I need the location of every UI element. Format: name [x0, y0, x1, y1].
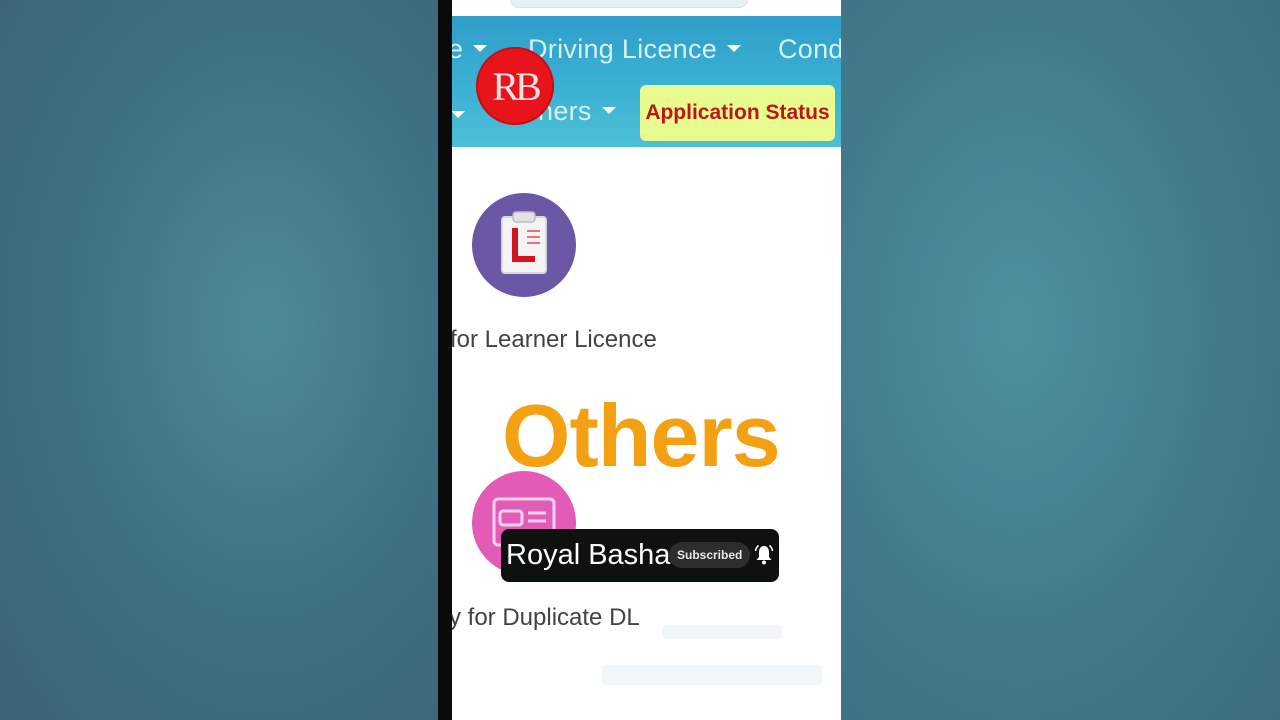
video-border — [438, 0, 452, 720]
learner-licence-icon[interactable] — [472, 193, 576, 297]
clipboard-icon — [501, 211, 547, 274]
bell-icon[interactable] — [752, 543, 776, 567]
channel-name: Royal Basha — [506, 539, 671, 571]
search-bar-edge[interactable] — [510, 0, 748, 8]
subscribe-bar: Royal Basha Subscribed — [501, 529, 779, 582]
chevron-down-icon — [473, 45, 488, 53]
nav-item-conductor[interactable]: Cond — [778, 34, 841, 65]
phone-screen: e Driving Licence Cond hers Application … — [452, 0, 841, 720]
top-strip — [452, 0, 841, 16]
chevron-down-icon[interactable] — [452, 111, 465, 118]
channel-logo: RB — [476, 47, 554, 125]
blurred-background-left — [0, 0, 438, 720]
nav-item-partial-left[interactable]: e — [452, 34, 488, 65]
nav-item-driving-licence[interactable]: Driving Licence — [528, 34, 742, 65]
application-status-button[interactable]: Application Status — [640, 85, 835, 141]
faint-text-placeholder — [602, 665, 822, 685]
service-label-duplicate-dl[interactable]: y for Duplicate DL — [452, 604, 640, 632]
faint-text-placeholder — [662, 625, 782, 639]
blurred-background-right — [841, 0, 1280, 720]
nav-item-label: Cond — [778, 34, 841, 64]
nav-item-label: Driving Licence — [528, 34, 718, 64]
nav-item-label: e — [452, 34, 464, 64]
service-label-learner-licence[interactable]: for Learner Licence — [452, 326, 657, 354]
chevron-down-icon — [727, 45, 742, 53]
subscribed-button[interactable]: Subscribed — [669, 542, 751, 568]
chevron-down-icon — [601, 107, 616, 115]
